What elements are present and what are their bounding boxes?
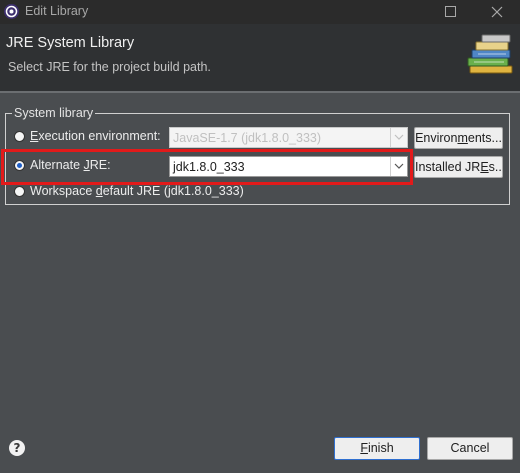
window-title: Edit Library [25, 4, 89, 18]
title-bar: Edit Library [0, 0, 520, 24]
chevron-down-icon[interactable] [390, 128, 407, 147]
finish-button[interactable]: Finish [334, 437, 420, 460]
wizard-banner: JRE System Library Select JRE for the pr… [0, 24, 520, 91]
close-button[interactable] [474, 0, 520, 24]
installed-jres-button[interactable]: Installed JREs... [414, 156, 503, 178]
group-legend: System library [12, 106, 96, 120]
highlight-annotation [1, 149, 413, 185]
eclipse-gear-icon [3, 3, 20, 20]
close-icon [491, 6, 503, 18]
banner-title: JRE System Library [6, 35, 135, 51]
banner-subtitle: Select JRE for the project build path. [8, 60, 211, 74]
library-books-icon [466, 32, 516, 81]
execution-environment-label[interactable]: Execution environment: [30, 129, 161, 143]
maximize-icon [445, 6, 456, 17]
banner-divider [0, 91, 520, 93]
workspace-default-radio[interactable] [14, 186, 25, 197]
execution-environment-value: JavaSE-1.7 (jdk1.8.0_333) [173, 131, 322, 145]
execution-environment-radio[interactable] [14, 131, 25, 142]
environments-button[interactable]: Environments... [414, 127, 503, 149]
cancel-button[interactable]: Cancel [427, 437, 513, 460]
help-icon[interactable]: ? [9, 440, 25, 456]
execution-environment-select[interactable]: JavaSE-1.7 (jdk1.8.0_333) [169, 127, 408, 148]
maximize-button[interactable] [428, 0, 474, 24]
workspace-default-label[interactable]: Workspace default JRE (jdk1.8.0_333) [30, 184, 244, 198]
